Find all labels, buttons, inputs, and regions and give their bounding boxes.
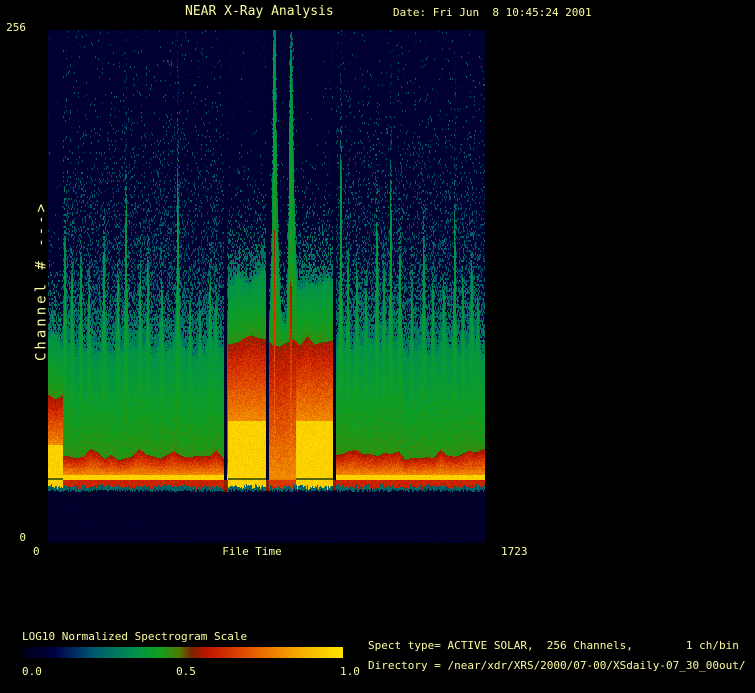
colorbar-title: LOG10 Normalized Spectrogram Scale — [22, 630, 247, 643]
spectrogram-canvas — [48, 30, 485, 543]
directory-line: Directory = /near/xdr/XRS/2000/07-00/XSd… — [368, 659, 746, 672]
page-title: NEAR X-Ray Analysis — [185, 4, 334, 19]
y-axis-max-label: 256 — [0, 21, 26, 34]
x-axis-min-label: 0 — [33, 545, 40, 558]
colorbar-tick-min: 0.0 — [22, 665, 42, 678]
colorbar-tick-mid: 0.5 — [176, 665, 196, 678]
colorbar-canvas — [22, 647, 343, 658]
colorbar-tick-max: 1.0 — [340, 665, 360, 678]
x-axis-title: File Time — [222, 545, 282, 558]
y-axis-min-label: 0 — [0, 531, 26, 544]
date-label: Date: Fri Jun 8 10:45:24 2001 — [393, 6, 592, 19]
spect-type-line: Spect type= ACTIVE SOLAR, 256 Channels, … — [368, 639, 739, 652]
y-axis-title: Channel # ---> — [36, 201, 49, 361]
x-axis-max-label: 1723 — [501, 545, 528, 558]
